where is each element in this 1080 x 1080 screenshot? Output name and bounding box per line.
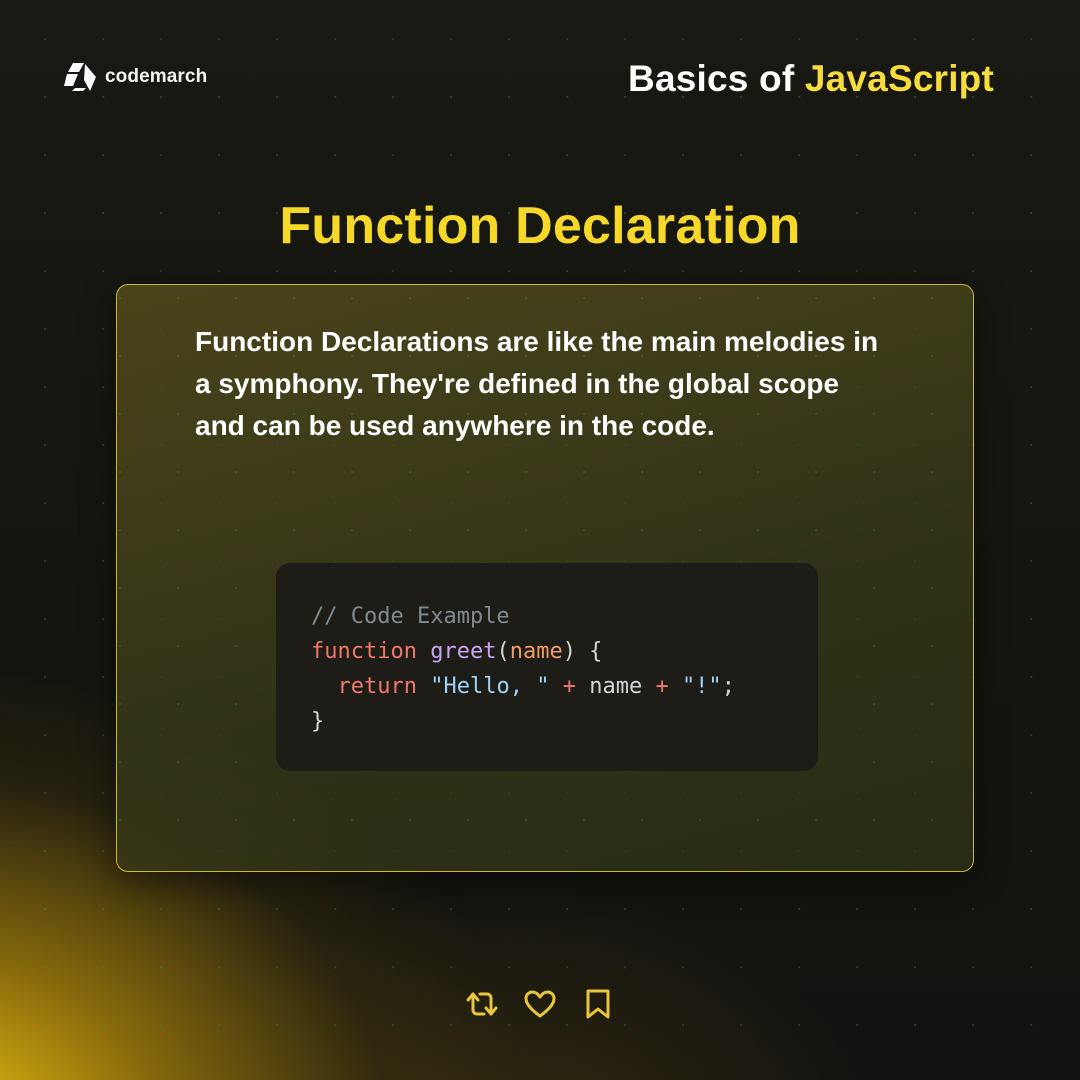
code-param: name xyxy=(509,639,563,664)
brand-name: codemarch xyxy=(105,66,208,87)
code-block: // Code Example function greet(name) { re… xyxy=(276,563,818,771)
code-keyword-return: return xyxy=(337,674,417,699)
bookmark-button[interactable] xyxy=(580,986,616,1022)
brand: codemarch xyxy=(64,62,207,92)
code-string-exclaim: "!" xyxy=(681,674,722,699)
code-operator-plus: + xyxy=(655,674,669,699)
code-close-paren-brace: ) { xyxy=(562,639,603,664)
slide-canvas: codemarch Basics of JavaScript Function … xyxy=(0,0,1080,1080)
code-function-name: greet xyxy=(430,639,497,664)
code-line-4: } xyxy=(311,704,818,739)
description-text: Function Declarations are like the main … xyxy=(195,326,879,441)
code-line-1: // Code Example xyxy=(311,599,818,634)
code-close-brace: } xyxy=(311,709,325,734)
code-keyword-function: function xyxy=(311,639,417,664)
content-card: Function Declarations are like the main … xyxy=(116,284,974,872)
code-semicolon: ; xyxy=(721,674,735,699)
page-title: Function Declaration xyxy=(279,197,801,255)
codemarch-logo-icon xyxy=(64,63,96,91)
series-title-prefix: Basics of xyxy=(628,58,805,99)
like-button[interactable] xyxy=(522,986,558,1022)
code-string-hello: "Hello, " xyxy=(430,674,550,699)
code-operator-plus: + xyxy=(562,674,576,699)
series-title: Basics of JavaScript xyxy=(628,58,994,100)
bookmark-icon xyxy=(586,989,610,1019)
series-title-accent: JavaScript xyxy=(804,58,994,99)
repost-icon xyxy=(466,992,498,1016)
code-line-3: return "Hello, " + name + "!"; xyxy=(311,669,818,704)
code-identifier-name: name xyxy=(589,674,643,699)
code-open-paren: ( xyxy=(496,639,510,664)
action-bar xyxy=(0,986,1080,1022)
code-comment: // Code Example xyxy=(311,604,510,629)
code-line-2: function greet(name) { xyxy=(311,634,818,669)
repost-button[interactable] xyxy=(464,986,500,1022)
heart-icon xyxy=(524,990,556,1018)
